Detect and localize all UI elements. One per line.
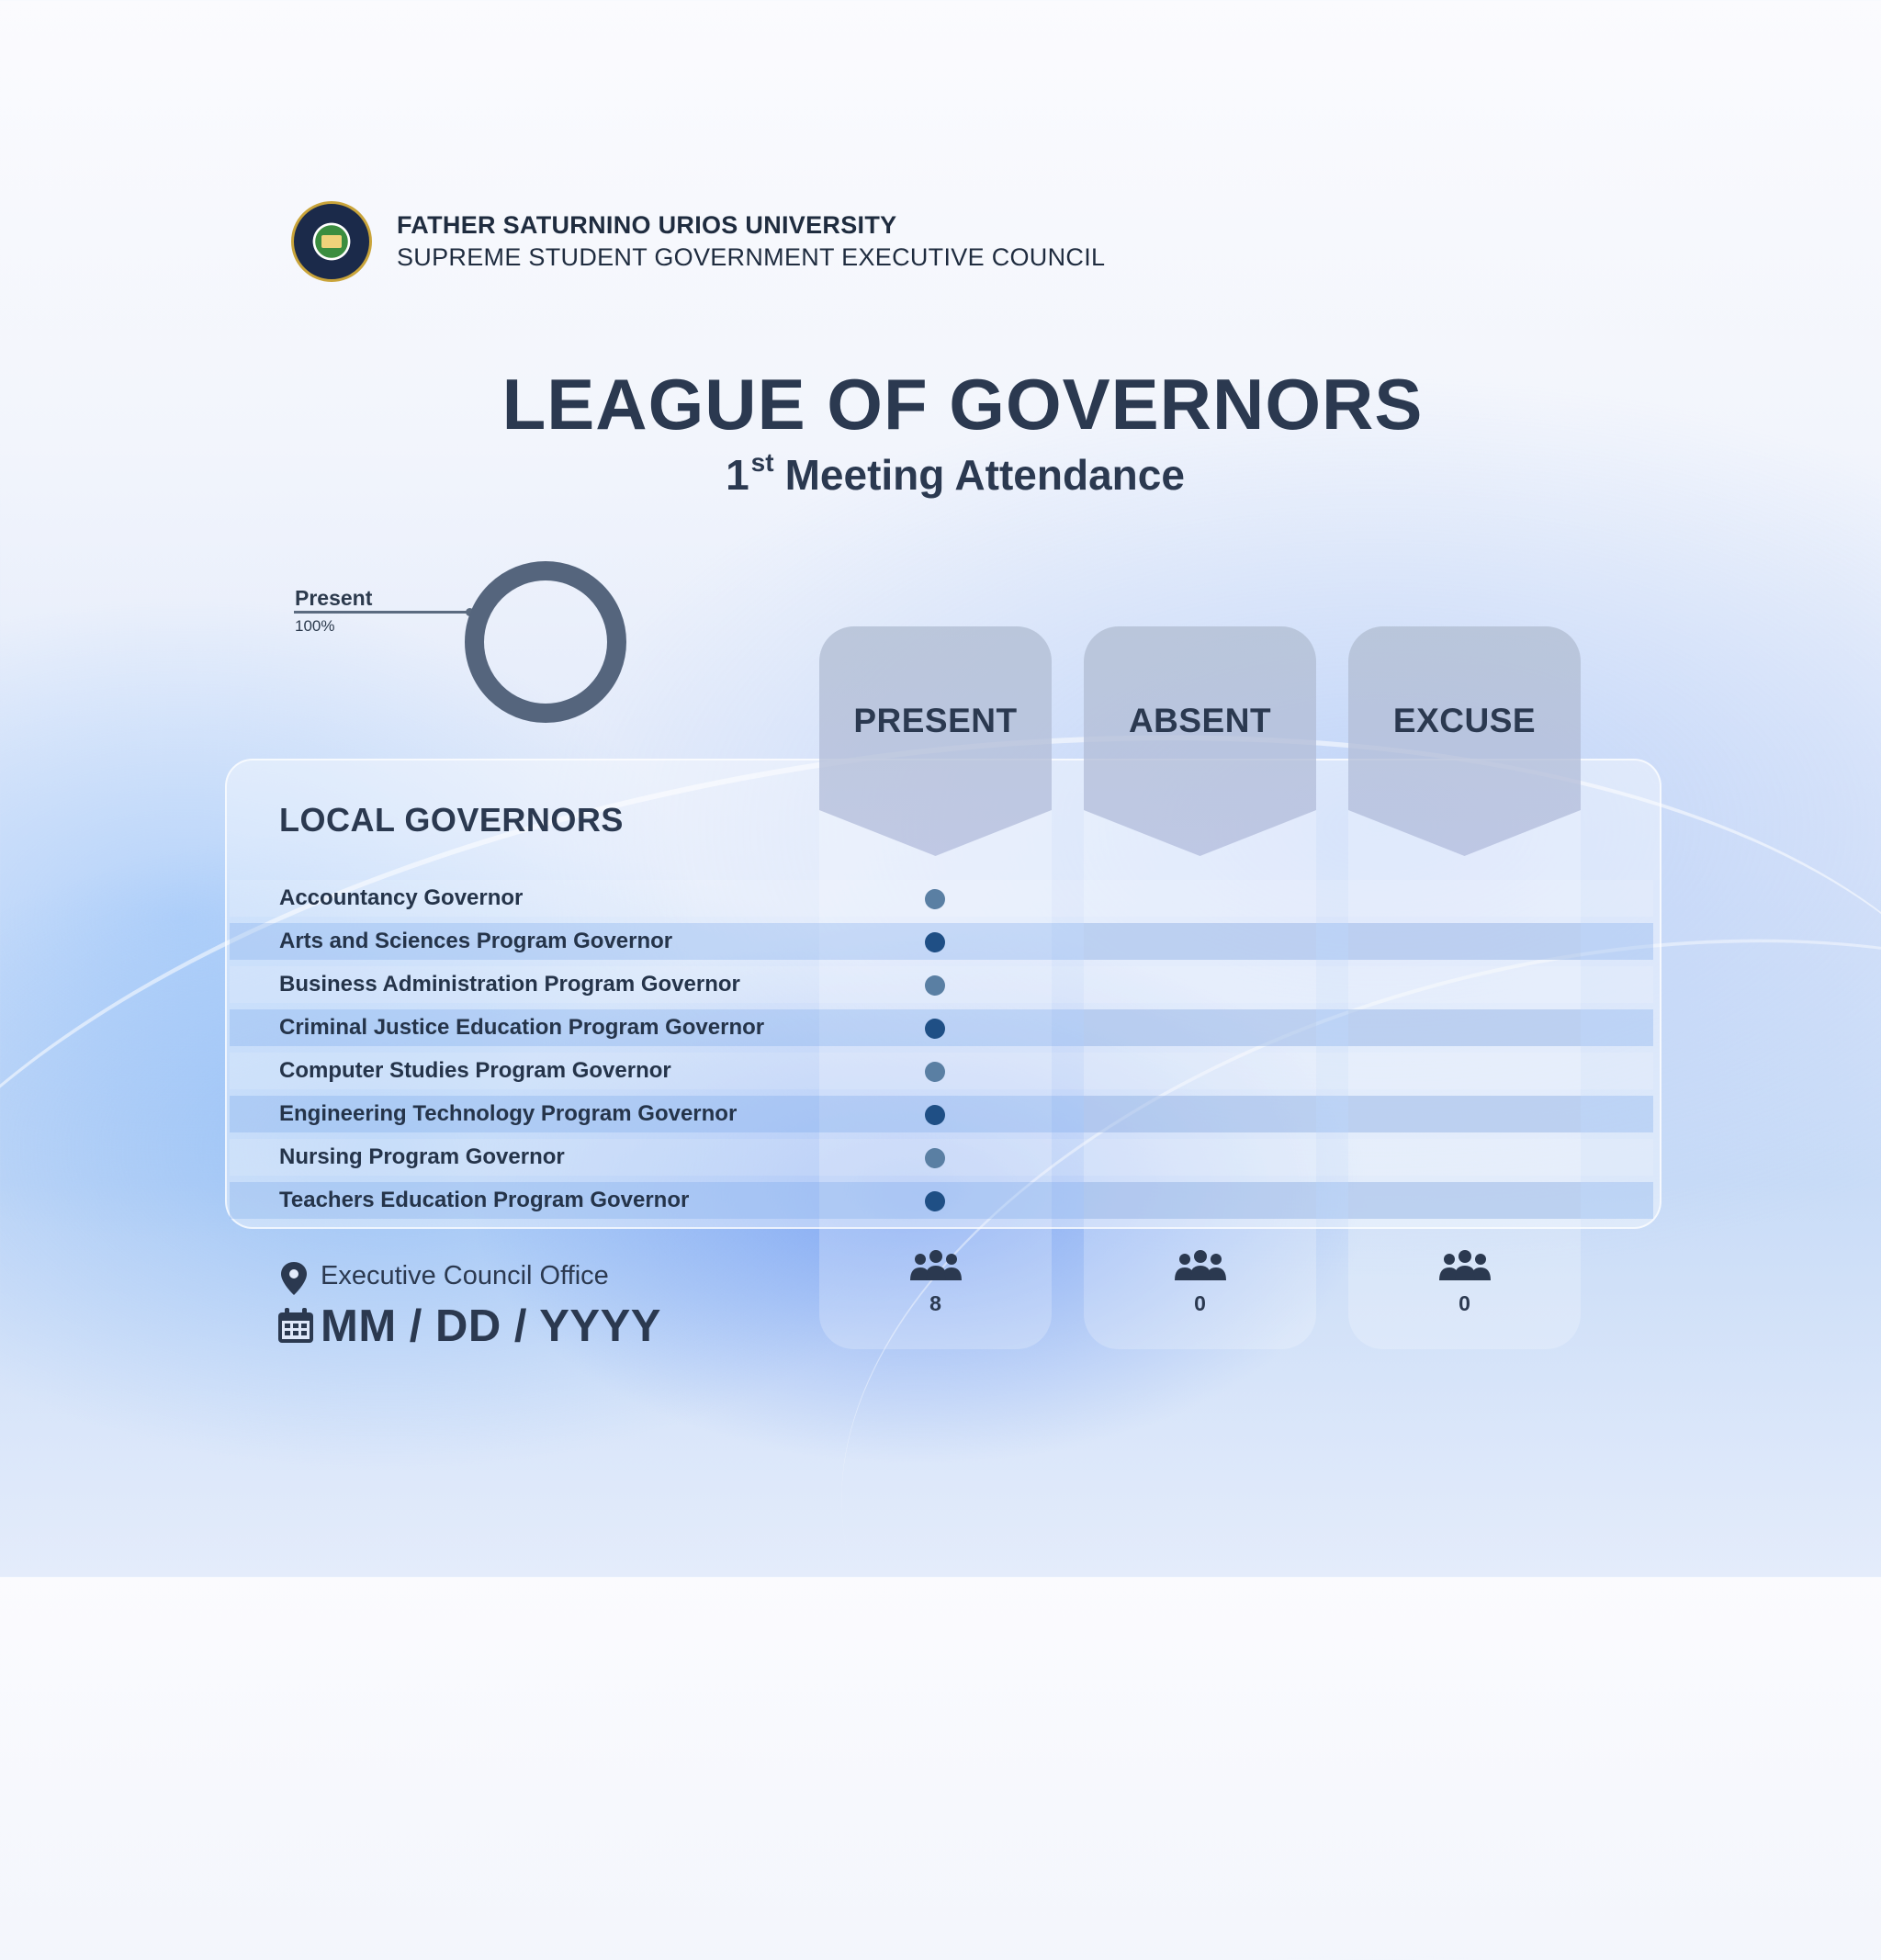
count-absent-value: 0 [1194, 1291, 1206, 1315]
donut-percent: 100% [295, 617, 335, 635]
count-absent: 0 [1084, 1249, 1316, 1316]
donut-leader-line [294, 608, 474, 616]
column-header-shape [1348, 626, 1581, 856]
row-cell [1348, 1009, 1581, 1046]
governor-name: Teachers Education Program Governor [279, 1188, 690, 1212]
attendance-mark [925, 1148, 945, 1168]
row-cell [1348, 1182, 1581, 1219]
count-excuse-value: 0 [1459, 1291, 1470, 1315]
column-header-excuse: EXCUSE [1392, 702, 1537, 739]
map-pin-icon [281, 1262, 307, 1295]
donut-label: Present [295, 586, 373, 610]
council-name: SUPREME STUDENT GOVERNMENT EXECUTIVE COU… [397, 243, 1106, 271]
people-group-icon [1174, 1250, 1226, 1280]
governor-row: Business Administration Program Governor [230, 966, 1653, 1003]
count-present-value: 8 [929, 1291, 941, 1315]
governor-name: Business Administration Program Governor [279, 972, 740, 997]
attendance-mark [925, 975, 945, 996]
governor-row: Computer Studies Program Governor [230, 1053, 1653, 1089]
governor-name: Computer Studies Program Governor [279, 1058, 671, 1083]
governor-row: Accountancy Governor [230, 880, 1653, 917]
governor-row: Teachers Education Program Governor [230, 1182, 1653, 1219]
meeting-location: Executive Council Office [321, 1261, 609, 1290]
governor-name: Criminal Justice Education Program Gover… [279, 1015, 765, 1040]
page-subtitle: 1st Meeting Attendance [0, 448, 1881, 500]
column-header-absent: ABSENT [1128, 702, 1272, 739]
ordinal-number: 1 [726, 451, 749, 499]
row-cell [1084, 1009, 1316, 1046]
attendance-mark [925, 1105, 945, 1125]
section-title: LOCAL GOVERNORS [279, 801, 624, 839]
ordinal-suffix: st [750, 448, 774, 477]
column-header-present: PRESENT [853, 702, 1018, 739]
governor-name: Arts and Sciences Program Governor [279, 929, 673, 953]
people-group-icon [1438, 1250, 1491, 1280]
attendance-mark [925, 1019, 945, 1039]
governor-name: Engineering Technology Program Governor [279, 1101, 738, 1126]
column-header-shape [819, 626, 1052, 856]
governor-name: Accountancy Governor [279, 885, 524, 910]
attendance-donut [465, 561, 626, 723]
attendance-mark [925, 932, 945, 952]
row-cell [1348, 923, 1581, 960]
governor-row: Criminal Justice Education Program Gover… [230, 1009, 1653, 1046]
attendance-mark [925, 1062, 945, 1082]
university-name: FATHER SATURNINO URIOS UNIVERSITY [397, 211, 897, 239]
page-title: LEAGUE OF GOVERNORS [501, 364, 1424, 445]
row-cell [1084, 1096, 1316, 1132]
subtitle-text: Meeting Attendance [784, 451, 1185, 499]
people-group-icon [909, 1250, 962, 1280]
governor-name: Nursing Program Governor [279, 1144, 565, 1169]
attendance-mark [925, 1191, 945, 1211]
count-excuse: 0 [1348, 1249, 1581, 1316]
row-cell [1348, 1096, 1581, 1132]
governor-row: Arts and Sciences Program Governor [230, 923, 1653, 960]
row-cell [1084, 1182, 1316, 1219]
calendar-icon [278, 1308, 313, 1343]
row-cell [1084, 923, 1316, 960]
governor-row: Nursing Program Governor [230, 1139, 1653, 1176]
governor-row: Engineering Technology Program Governor [230, 1096, 1653, 1132]
attendance-mark [925, 889, 945, 909]
count-present: 8 [819, 1249, 1052, 1316]
meeting-date: MM / DD / YYYY [321, 1301, 661, 1351]
university-seal-icon [291, 201, 372, 282]
column-header-shape [1084, 626, 1316, 856]
